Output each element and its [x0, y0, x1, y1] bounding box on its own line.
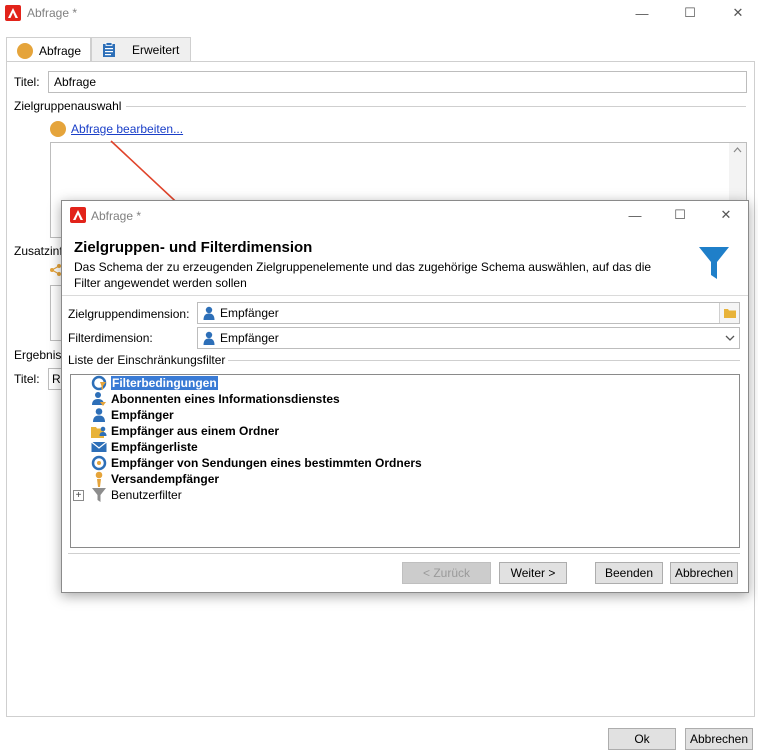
dialog-close-button[interactable]: ✕: [711, 204, 741, 226]
filter-list-label: Liste der Einschränkungsfilter: [68, 353, 226, 367]
finish-button[interactable]: Beenden: [595, 562, 663, 584]
app-logo-icon: [70, 207, 86, 223]
filter-dimension-select[interactable]: Empfänger: [197, 327, 740, 349]
minimize-icon: —: [628, 207, 642, 223]
folder-person-icon: [91, 426, 107, 438]
browse-folder-button[interactable]: [719, 303, 739, 323]
tree-item-label: Empfängerliste: [111, 440, 198, 454]
tree-item-sendungen-ordner[interactable]: Empfänger von Sendungen eines bestimmten…: [91, 455, 422, 471]
tree-item-empfaenger[interactable]: Empfänger: [91, 407, 174, 423]
tree-item-label: Abonnenten eines Informationsdienstes: [111, 392, 340, 406]
tree-item-label: Empfänger von Sendungen eines bestimmten…: [111, 456, 422, 470]
ok-button[interactable]: Ok: [608, 728, 676, 750]
dialog-minimize-button[interactable]: —: [620, 204, 650, 226]
person-icon: [93, 408, 105, 422]
filter-tree[interactable]: Filterbedingungen Abonnenten eines Infor…: [70, 374, 740, 548]
delivery-cycle-icon: [91, 455, 107, 471]
footer-separator: [68, 553, 740, 554]
tree-item-empfaengerliste[interactable]: Empfängerliste: [91, 439, 198, 455]
filter-dimension-value: Empfänger: [220, 331, 279, 345]
next-button[interactable]: Weiter >: [499, 562, 567, 584]
person-icon: [203, 331, 215, 345]
subscribers-icon: [92, 392, 106, 406]
tree-item-versandempfaenger[interactable]: Versandempfänger: [91, 471, 219, 487]
dimension-dialog: Abfrage * — ☐ ✕ Zielgruppen- und Filterd…: [61, 200, 749, 593]
tree-item-benutzerfilter[interactable]: + Benutzerfilter: [73, 487, 182, 503]
tree-item-label: Versandempfänger: [111, 472, 220, 486]
filter-conditions-icon: [91, 375, 107, 391]
dialog-title: Abfrage *: [91, 209, 142, 223]
maximize-icon: ☐: [674, 207, 686, 222]
tree-item-filterbedingungen[interactable]: Filterbedingungen: [91, 375, 218, 391]
dialog-cancel-button[interactable]: Abbrechen: [670, 562, 738, 584]
target-dimension-label: Zielgruppendimension:: [68, 307, 190, 321]
list-divider: [228, 360, 740, 361]
target-dimension-field[interactable]: Empfänger: [197, 302, 740, 324]
delivery-person-icon: [95, 471, 103, 487]
tree-item-abonnenten[interactable]: Abonnenten eines Informationsdienstes: [91, 391, 340, 407]
funnel-gray-icon: [92, 488, 106, 502]
header-separator: [62, 295, 748, 296]
close-icon: ✕: [720, 207, 732, 222]
tree-item-label: Filterbedingungen: [111, 376, 218, 390]
dialog-description: Das Schema der zu erzeugenden Zielgruppe…: [74, 260, 652, 290]
tree-item-label: Benutzerfilter: [111, 488, 182, 502]
person-icon: [203, 306, 215, 320]
tree-item-label: Empfänger aus einem Ordner: [111, 424, 280, 438]
tree-item-empfaenger-ordner[interactable]: Empfänger aus einem Ordner: [91, 423, 279, 439]
funnel-icon: [699, 247, 729, 279]
target-dimension-value: Empfänger: [220, 306, 279, 320]
folder-icon: [724, 309, 736, 318]
envelope-icon: [91, 441, 107, 452]
chevron-down-icon[interactable]: [725, 334, 735, 342]
expand-toggle-icon[interactable]: +: [73, 489, 84, 501]
cancel-button[interactable]: Abbrechen: [685, 728, 753, 750]
dialog-heading: Zielgruppen- und Filterdimension: [74, 239, 313, 256]
back-button[interactable]: < Zurück: [402, 562, 491, 584]
filter-dimension-label: Filterdimension:: [68, 331, 153, 345]
tree-item-label: Empfänger: [111, 408, 174, 422]
dialog-maximize-button[interactable]: ☐: [665, 204, 695, 226]
